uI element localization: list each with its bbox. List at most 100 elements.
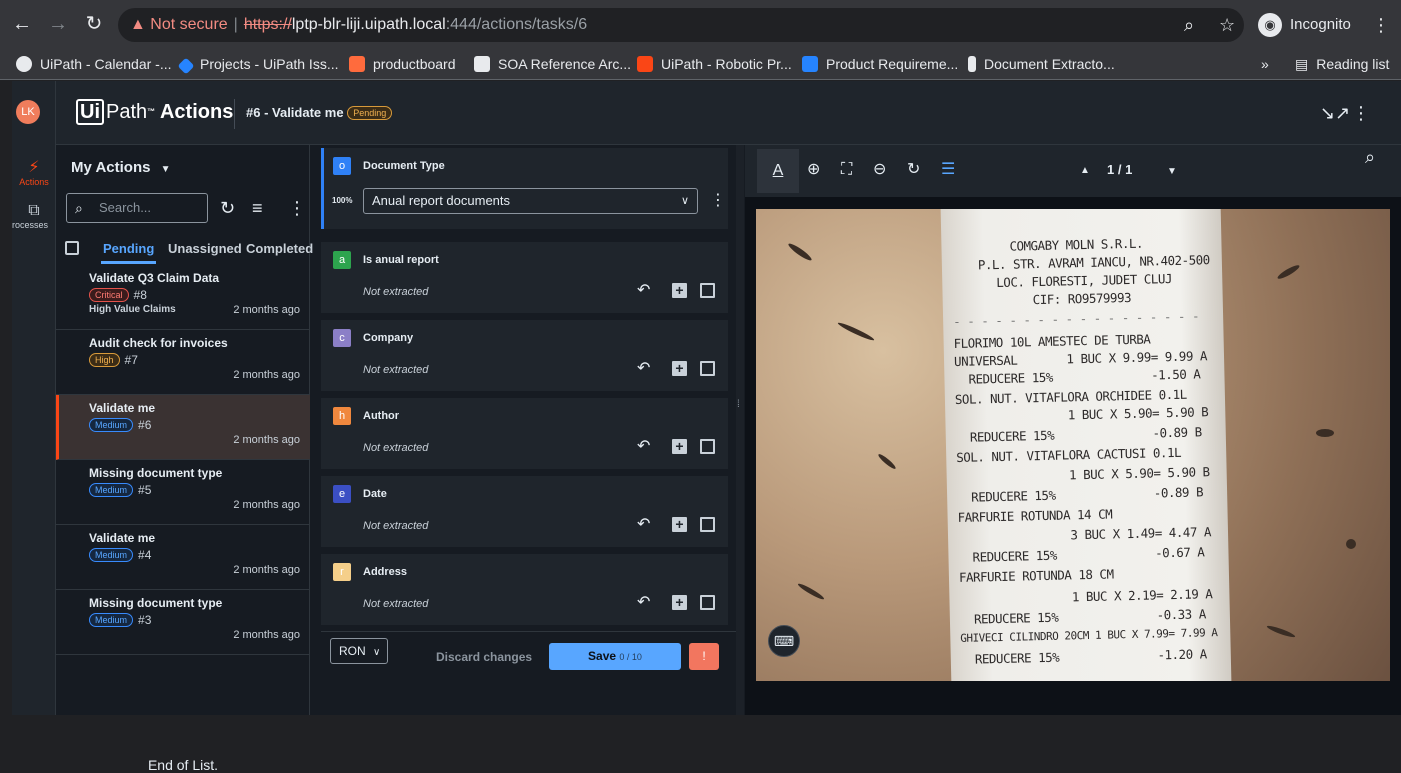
more-options-icon[interactable]: ⋮ <box>1352 101 1370 125</box>
add-icon[interactable]: + <box>672 439 687 454</box>
validation-errors-button[interactable]: ! <box>689 643 719 670</box>
warning-icon: ▲ <box>130 16 146 33</box>
priority-badge: Critical <box>89 288 129 302</box>
field-row[interactable]: h Author Not extracted ↶ + <box>321 398 728 469</box>
address-bar[interactable]: ▲ Not secure | https://lptp-blr-liji.uipat… <box>118 8 1244 42</box>
chevron-down-icon: ∨ <box>373 647 381 658</box>
reading-list-icon: ▤ <box>1295 56 1309 72</box>
document-bookmark-icon <box>968 56 976 72</box>
task-card[interactable]: Missing document type Medium #5 2 months … <box>56 460 310 525</box>
undo-icon[interactable]: ↶ <box>637 594 650 612</box>
add-icon[interactable]: + <box>672 361 687 376</box>
confirm-checkbox[interactable] <box>700 361 715 376</box>
tab-completed[interactable]: Completed <box>246 241 313 257</box>
rail-item-actions[interactable]: ⚡ Actions <box>12 159 56 187</box>
field-label: Date <box>363 488 387 500</box>
zoom-in-icon[interactable]: ⊕ <box>807 160 820 180</box>
bookmarks-bar: UiPath - Calendar -... Projects - UiPath… <box>0 48 1401 80</box>
undo-icon[interactable]: ↶ <box>637 360 650 378</box>
my-actions-dropdown[interactable]: My Actions ▼ <box>71 159 171 176</box>
task-card[interactable]: Validate me Medium #4 2 months ago <box>56 525 310 590</box>
field-label: Company <box>363 332 414 344</box>
viewer-search-icon[interactable]: ⌕ <box>1365 147 1375 168</box>
browser-menu-icon[interactable]: ⋮ <box>1372 8 1390 42</box>
incognito-icon: ◉ <box>1258 13 1282 37</box>
task-card[interactable]: Missing document type Medium #3 2 months … <box>56 590 310 655</box>
text-select-icon[interactable]: A <box>757 149 799 193</box>
undo-icon[interactable]: ↶ <box>637 282 650 300</box>
zoom-icon[interactable]: ⌕ <box>1184 8 1194 42</box>
filter-icon[interactable]: ≡ <box>252 197 263 219</box>
bookmark-item[interactable]: UiPath - Robotic Pr... <box>637 54 792 74</box>
text-lines-icon[interactable]: ☰ <box>941 160 955 180</box>
trend-icon[interactable]: ↘↗ <box>1320 101 1350 125</box>
document-type-select[interactable]: Anual report documents ∨ <box>363 188 698 214</box>
task-card[interactable]: Validate Q3 Claim Data Critical #8 High V… <box>56 265 310 330</box>
currency-select[interactable]: RON ∨ <box>330 638 388 664</box>
bookmark-item[interactable]: Product Requireme... <box>802 54 958 74</box>
add-icon[interactable]: + <box>672 517 687 532</box>
field-value[interactable]: Not extracted <box>363 598 428 610</box>
confirm-checkbox[interactable] <box>700 595 715 610</box>
field-document-type[interactable]: o Document Type 100% Anual report docume… <box>321 148 728 229</box>
uipath-logo[interactable]: Ui Path™ Actions <box>76 98 233 126</box>
previous-page-icon[interactable]: ▲ <box>1080 161 1090 181</box>
more-bookmarks-icon[interactable]: » <box>1261 54 1269 74</box>
star-icon[interactable]: ☆ <box>1219 8 1235 42</box>
receipt: COMGABY MOLN S.R.L. P.L. STR. AVRAM IANC… <box>940 209 1232 681</box>
viewer-toolbar: A ⊕ ⛶ ⊖ ↻ ☰ ▲ 1 / 1 ▼ <box>745 145 1401 197</box>
search-input[interactable]: ⌕ Search... <box>66 193 208 223</box>
confirm-checkbox[interactable] <box>700 283 715 298</box>
field-label: Address <box>363 566 408 578</box>
field-value[interactable]: Not extracted <box>363 442 428 454</box>
avatar[interactable]: LK <box>16 100 40 124</box>
field-row[interactable]: c Company Not extracted ↶ + <box>321 320 728 391</box>
discard-button[interactable]: Discard changes <box>436 650 532 664</box>
add-icon[interactable]: + <box>672 283 687 298</box>
refresh-icon[interactable]: ↻ <box>220 197 235 219</box>
next-page-icon[interactable]: ▼ <box>1167 162 1177 182</box>
field-row[interactable]: a Is anual report Not extracted ↶ + <box>321 242 728 313</box>
reading-list[interactable]: ▤ Reading list <box>1295 54 1389 74</box>
confirm-checkbox[interactable] <box>700 517 715 532</box>
bookmark-item[interactable]: UiPath - Calendar -... <box>16 54 172 74</box>
confirm-checkbox[interactable] <box>700 439 715 454</box>
task-card[interactable]: Audit check for invoices High #7 2 months… <box>56 330 310 395</box>
field-tag: a <box>333 251 351 269</box>
incognito-indicator[interactable]: ◉ Incognito <box>1258 10 1351 40</box>
select-all-checkbox[interactable] <box>65 241 79 255</box>
bookmark-item[interactable]: SOA Reference Arc... <box>474 54 631 74</box>
panel-splitter[interactable]: ⁞ <box>736 145 744 715</box>
task-card-selected[interactable]: Validate me Medium #6 2 months ago <box>56 395 310 460</box>
field-value[interactable]: Not extracted <box>363 364 428 376</box>
undo-icon[interactable]: ↶ <box>637 516 650 534</box>
tab-pending[interactable]: Pending <box>100 241 157 264</box>
save-button[interactable]: Save 0 / 10 <box>549 643 681 670</box>
field-row[interactable]: r Address Not extracted ↶ + <box>321 554 728 625</box>
document-image[interactable]: COMGABY MOLN S.R.L. P.L. STR. AVRAM IANC… <box>756 209 1390 681</box>
field-label: Is anual report <box>363 254 439 266</box>
rail-item-processes[interactable]: ⧉ rocesses <box>12 202 56 230</box>
field-row[interactable]: e Date Not extracted ↶ + <box>321 476 728 547</box>
bookmark-item[interactable]: Projects - UiPath Iss... <box>177 54 338 75</box>
keyboard-icon[interactable]: ⌨ <box>768 625 800 657</box>
app-header: Ui Path™ Actions #6 - Validate me Pending… <box>56 81 1401 145</box>
sidebar-more-icon[interactable]: ⋮ <box>288 197 306 219</box>
field-value[interactable]: Not extracted <box>363 520 428 532</box>
undo-icon[interactable]: ↶ <box>637 438 650 456</box>
field-value[interactable]: Not extracted <box>363 286 428 298</box>
tab-unassigned[interactable]: Unassigned <box>168 241 242 257</box>
rotate-icon[interactable]: ↻ <box>907 160 920 180</box>
add-icon[interactable]: + <box>672 595 687 610</box>
fit-page-icon[interactable]: ⛶ <box>841 160 852 180</box>
bookmark-item[interactable]: productboard <box>349 54 456 74</box>
actions-icon: ⚡ <box>28 159 40 176</box>
reload-icon[interactable]: ↻ <box>82 12 106 36</box>
forward-icon[interactable]: → <box>46 12 70 36</box>
productboard-bookmark-icon <box>349 56 365 72</box>
bookmark-item[interactable]: Document Extracto... <box>968 54 1115 74</box>
back-icon[interactable]: ← <box>10 12 34 36</box>
field-more-icon[interactable]: ⋮ <box>710 192 726 210</box>
zoom-out-icon[interactable]: ⊖ <box>873 160 886 180</box>
nav-rail: LK ⚡ Actions ⧉ rocesses <box>12 81 56 715</box>
